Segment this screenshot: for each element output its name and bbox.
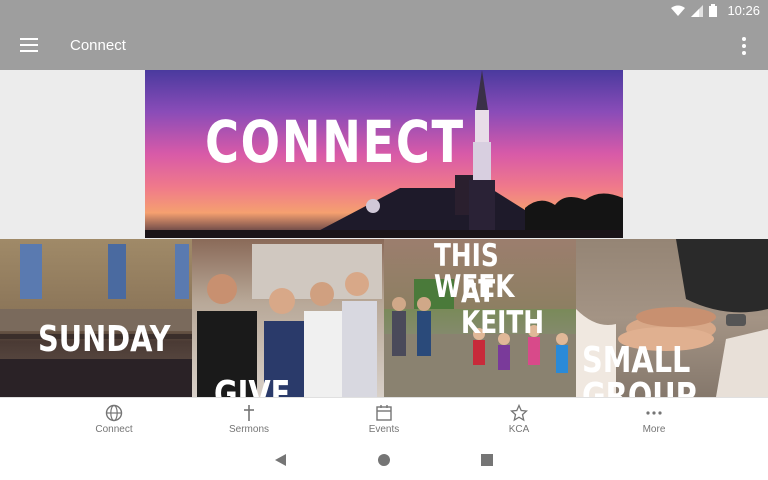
home-icon[interactable] <box>377 453 391 467</box>
tile-small-group[interactable]: SMALL GROUP <box>576 239 768 397</box>
status-bar: 10:26 <box>0 0 768 24</box>
sanctuary-photo <box>0 244 192 397</box>
status-time: 10:26 <box>727 3 760 18</box>
content-area: CONNECT SUNDAY GIVE THIS WEEK AT KEITH S… <box>0 70 768 397</box>
banner-title: CONNECT <box>205 108 465 176</box>
connect-banner[interactable]: CONNECT <box>145 70 623 238</box>
star-icon <box>510 404 528 422</box>
overflow-menu-icon[interactable] <box>740 37 748 55</box>
nav-item-sermons[interactable]: Sermons <box>182 398 317 440</box>
cross-icon <box>244 405 254 421</box>
tile-sunday[interactable]: SUNDAY <box>0 239 192 397</box>
recents-icon[interactable] <box>480 453 494 467</box>
more-dots-icon <box>646 411 662 415</box>
tile-give[interactable]: GIVE <box>192 239 384 397</box>
bottom-navigation: Connect Sermons Events KCA More <box>0 397 768 440</box>
tile-grid: SUNDAY GIVE THIS WEEK AT KEITH SMALL GRO… <box>0 239 768 397</box>
tile-label-small-group: SMALL GROUP <box>582 340 697 398</box>
nav-label-events: Events <box>368 424 400 435</box>
nav-label-more: More <box>642 424 666 435</box>
back-icon[interactable] <box>274 453 288 467</box>
nav-item-events[interactable]: Events <box>317 398 452 440</box>
nav-label-kca: KCA <box>508 424 530 435</box>
nav-label-connect: Connect <box>95 424 133 435</box>
tile-label-this-week-line2: AT KEITH <box>461 274 545 341</box>
wifi-icon <box>671 5 686 16</box>
globe-icon <box>105 404 123 422</box>
tile-label-sunday: SUNDAY <box>38 319 171 360</box>
battery-icon <box>709 4 718 17</box>
app-bar: Connect <box>0 24 768 70</box>
page-title: Connect <box>70 37 126 54</box>
cell-signal-icon <box>691 4 704 17</box>
tile-this-week[interactable]: THIS WEEK AT KEITH <box>384 239 576 397</box>
system-navigation-bar <box>0 440 768 480</box>
nav-label-sermons: Sermons <box>228 424 269 435</box>
status-icons: 10:26 <box>671 3 760 18</box>
nav-item-more[interactable]: More <box>587 398 722 440</box>
tile-label-give: GIVE <box>214 374 291 398</box>
calendar-icon <box>376 405 392 421</box>
menu-icon[interactable] <box>20 38 38 52</box>
nav-item-kca[interactable]: KCA <box>452 398 587 440</box>
nav-item-connect[interactable]: Connect <box>47 398 182 440</box>
